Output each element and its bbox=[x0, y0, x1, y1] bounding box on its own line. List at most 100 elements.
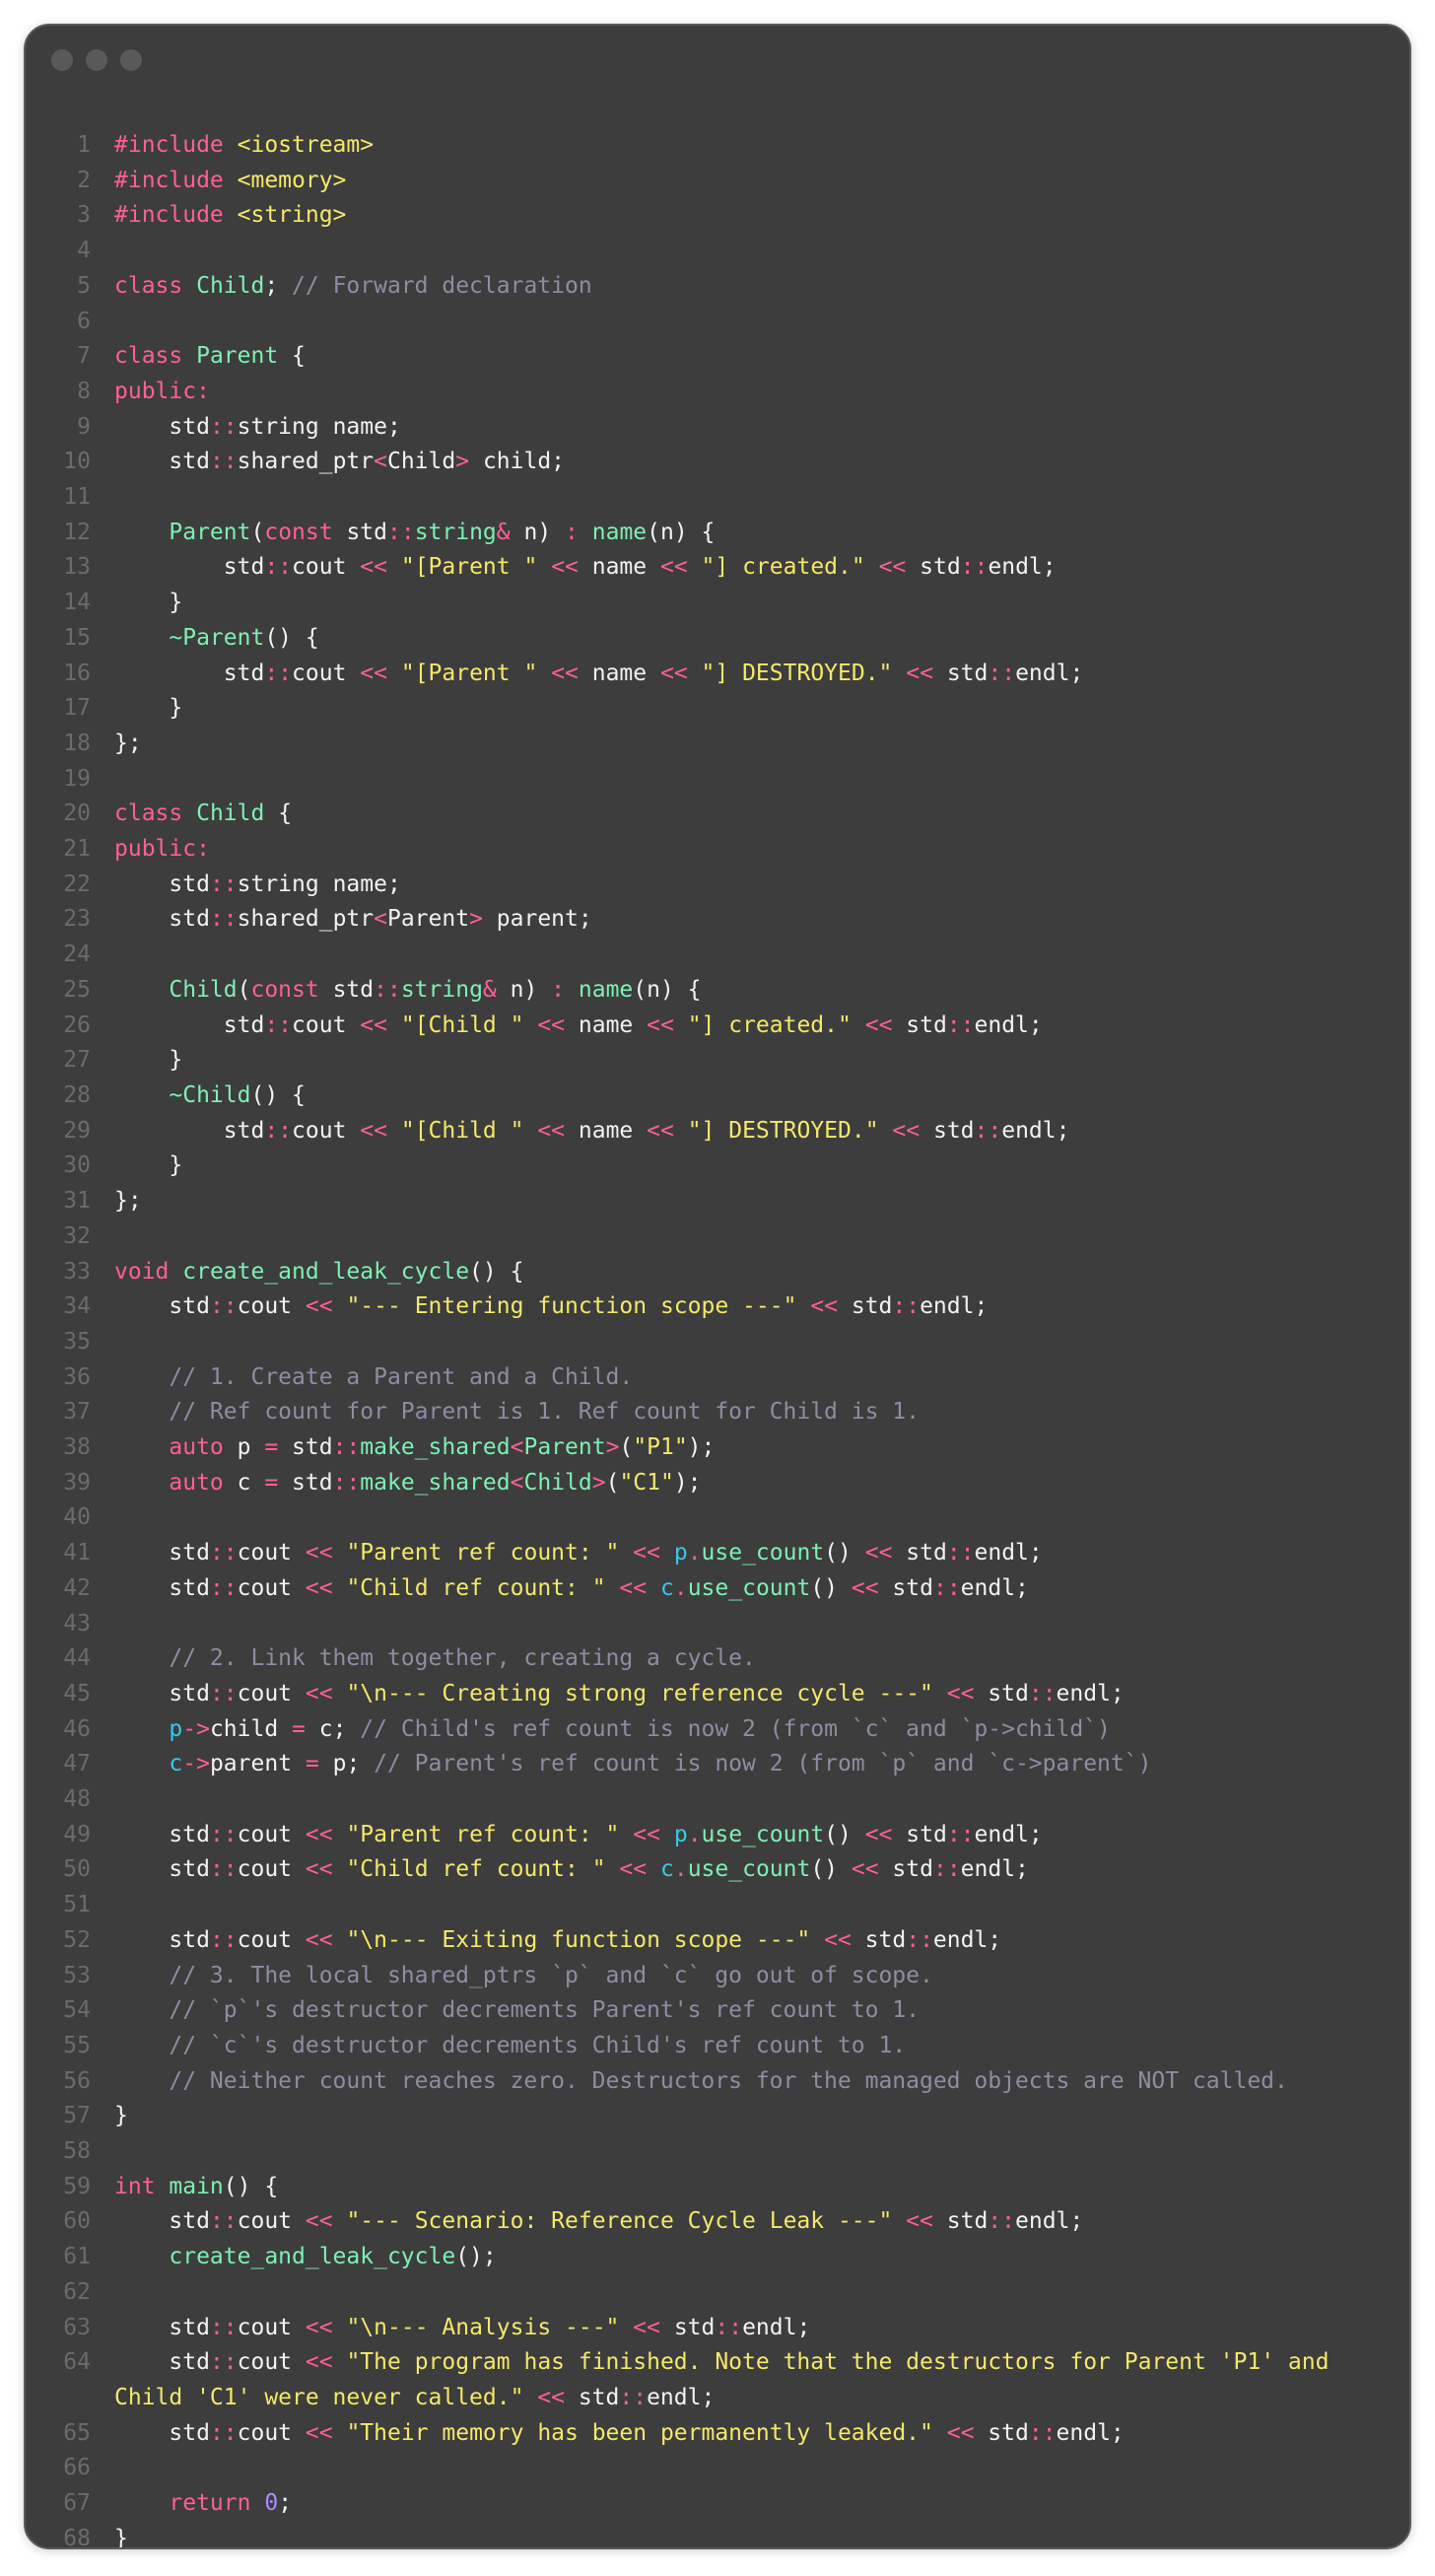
code-token: std bbox=[837, 1293, 893, 1320]
code-token: std bbox=[114, 449, 210, 475]
code-text: std::cout << "[Child " << name << "] DES… bbox=[114, 1114, 1386, 1149]
code-text: auto c = std::make_shared<Child>("C1"); bbox=[114, 1466, 1386, 1501]
code-line: 29 std::cout << "[Child " << name << "] … bbox=[26, 1114, 1409, 1149]
code-text: // `c`'s destructor decrements Child's r… bbox=[114, 2029, 1386, 2064]
code-token: c; bbox=[305, 1715, 361, 1742]
code-token: void bbox=[114, 1258, 183, 1285]
code-token: << bbox=[360, 554, 387, 581]
code-token: () bbox=[810, 1574, 852, 1601]
line-number: 30 bbox=[63, 1152, 91, 1179]
code-token: << bbox=[305, 2419, 333, 2446]
code-token: :: bbox=[209, 906, 238, 933]
code-text: #include <memory> bbox=[114, 164, 1386, 199]
code-token: std bbox=[114, 1011, 265, 1038]
code-line: 36 // 1. Create a Parent and a Child. bbox=[26, 1360, 1409, 1396]
code-text: // Ref count for Parent is 1. Ref count … bbox=[114, 1395, 1386, 1430]
code-token: << bbox=[851, 1574, 879, 1601]
code-token: "Child ref count: " bbox=[346, 1574, 606, 1601]
code-token: use_count bbox=[701, 1540, 825, 1566]
close-window-dot-icon[interactable] bbox=[51, 49, 73, 71]
code-token: "\n--- Analysis ---" bbox=[346, 2314, 620, 2340]
code-token: :: bbox=[1028, 1680, 1057, 1706]
code-token: () { bbox=[223, 2173, 279, 2199]
code-token: std bbox=[114, 1680, 210, 1706]
line-number: 56 bbox=[63, 2067, 91, 2094]
code-text: } bbox=[114, 2099, 1386, 2134]
code-token: c bbox=[659, 1856, 674, 1883]
code-token: () bbox=[824, 1821, 865, 1847]
code-token: :: bbox=[988, 660, 1016, 686]
code-token: > bbox=[455, 449, 470, 475]
code-text: std::cout << "Their memory has been perm… bbox=[114, 2416, 1386, 2452]
code-token: create_and_leak_cycle bbox=[182, 1258, 470, 1285]
code-token: Child bbox=[114, 976, 238, 1003]
code-token: :: bbox=[264, 660, 293, 686]
code-line: 13 std::cout << "[Parent " << name << "]… bbox=[26, 550, 1409, 586]
code-token: // `c`'s destructor decrements Child's r… bbox=[114, 2032, 907, 2058]
code-text: std::cout << "[Child " << name << "] cre… bbox=[114, 1009, 1386, 1044]
code-token: :: bbox=[332, 1434, 361, 1461]
code-token: p; bbox=[318, 1751, 375, 1777]
code-text: c->parent = p; // Parent's ref count is … bbox=[114, 1747, 1386, 1782]
code-token: () bbox=[824, 1540, 865, 1566]
code-text: std::string name; bbox=[114, 868, 1386, 903]
line-number: 1 bbox=[77, 132, 91, 158]
code-text: p->child = c; // Child's ref count is no… bbox=[114, 1712, 1386, 1748]
code-text: // Neither count reaches zero. Destructo… bbox=[114, 2064, 1386, 2100]
code-line: 15 ~Parent() { bbox=[26, 621, 1409, 657]
code-token: cout bbox=[292, 1117, 361, 1144]
code-token: endl; bbox=[1056, 1680, 1125, 1706]
code-token: << bbox=[537, 1011, 566, 1038]
line-number: 61 bbox=[63, 2244, 91, 2270]
code-token: (n) { bbox=[633, 976, 702, 1003]
line-number: 25 bbox=[63, 976, 91, 1003]
code-token: ( bbox=[619, 1434, 634, 1461]
code-token: << bbox=[906, 660, 933, 686]
code-token: << bbox=[360, 1117, 387, 1144]
code-token: :: bbox=[946, 1821, 975, 1847]
code-token: > bbox=[591, 1469, 606, 1496]
line-number: 38 bbox=[63, 1434, 91, 1461]
maximize-window-dot-icon[interactable] bbox=[120, 49, 142, 71]
code-token: "[Child " bbox=[400, 1011, 524, 1038]
code-token: << bbox=[551, 554, 579, 581]
minimize-window-dot-icon[interactable] bbox=[86, 49, 107, 71]
code-token: :: bbox=[892, 1293, 921, 1320]
line-number: 15 bbox=[63, 624, 91, 651]
code-token: p bbox=[237, 1434, 265, 1461]
line-number: 59 bbox=[63, 2173, 91, 2199]
line-number: 57 bbox=[63, 2103, 91, 2129]
line-number: 51 bbox=[63, 1892, 91, 1918]
line-number: 35 bbox=[63, 1328, 91, 1355]
code-line: 68} bbox=[26, 2522, 1409, 2547]
code-token: } bbox=[114, 1047, 183, 1074]
code-token: cout bbox=[237, 1926, 306, 1953]
code-token: { bbox=[264, 801, 293, 827]
code-token: () { bbox=[250, 1081, 306, 1108]
code-token: std bbox=[114, 413, 210, 440]
code-line: 60 std::cout << "--- Scenario: Reference… bbox=[26, 2204, 1409, 2240]
line-number: 10 bbox=[63, 449, 91, 475]
code-token: = bbox=[264, 1434, 279, 1461]
code-token: () { bbox=[264, 624, 319, 651]
code-token: std bbox=[878, 1856, 933, 1883]
code-token: << bbox=[633, 1540, 660, 1566]
code-editor[interactable]: 1 #include <iostream> 2 #include <memory> 3 #… bbox=[26, 128, 1409, 2547]
line-number: 2 bbox=[77, 167, 91, 193]
code-token: Parent bbox=[114, 519, 251, 545]
line-number: 36 bbox=[63, 1363, 91, 1390]
code-token: main bbox=[169, 2173, 224, 2199]
